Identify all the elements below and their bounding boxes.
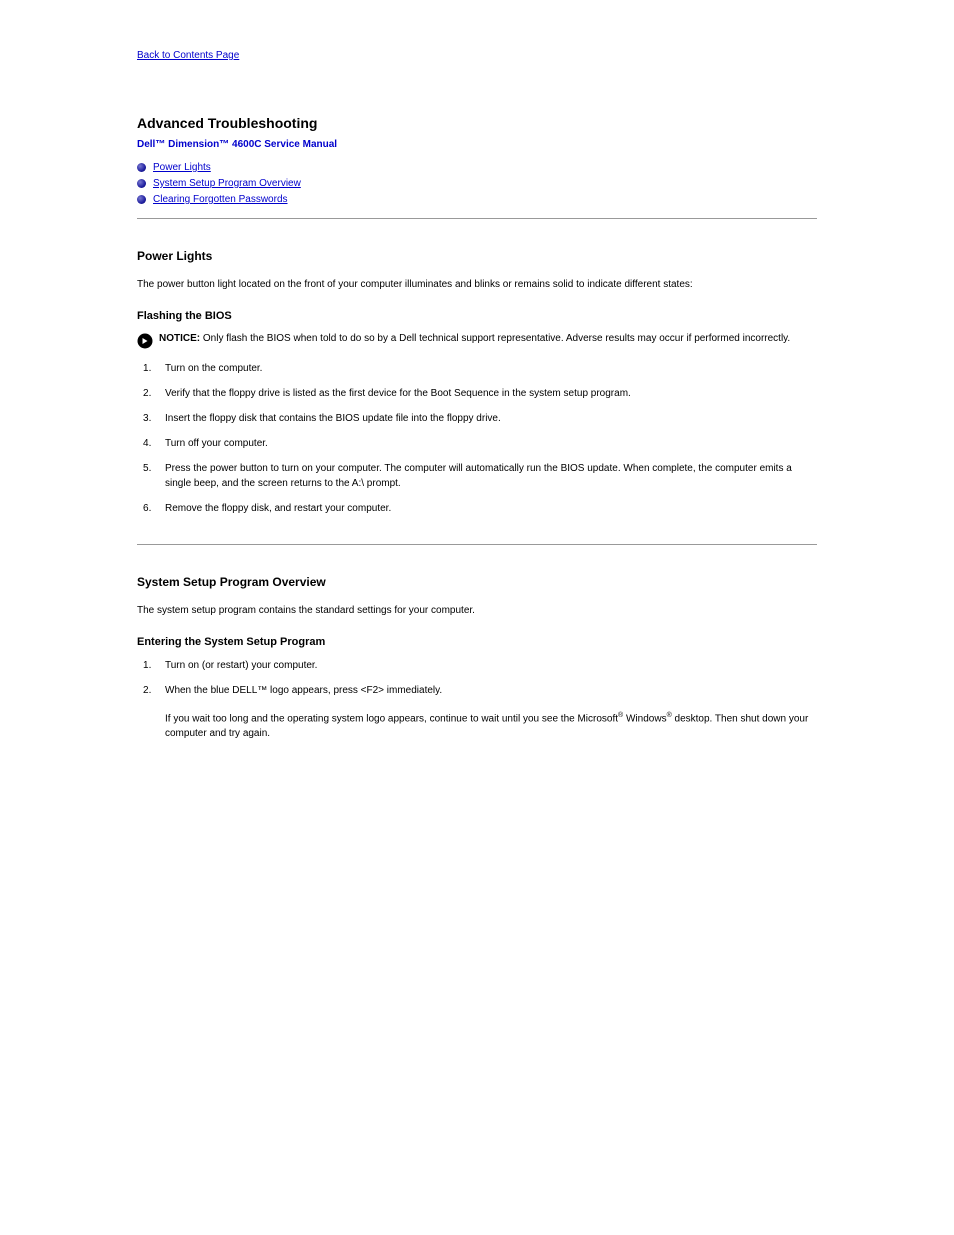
divider <box>137 544 817 545</box>
step-item: Turn off your computer. <box>137 436 817 451</box>
step-item: Turn on the computer. <box>137 361 817 376</box>
system-setup-heading: System Setup Program Overview <box>137 575 817 589</box>
notice-text: NOTICE: Only flash the BIOS when told to… <box>159 332 790 346</box>
enter-setup-steps: Turn on (or restart) your computer. When… <box>137 658 817 741</box>
power-lights-heading: Power Lights <box>137 249 817 263</box>
step-item: Remove the floppy disk, and restart your… <box>137 501 817 516</box>
toc-link-power-lights[interactable]: Power Lights <box>153 162 211 173</box>
toc-item: Clearing Forgotten Passwords <box>137 192 817 208</box>
step-text: When the blue DELL™ logo appears, press … <box>165 685 442 696</box>
notice-icon <box>137 333 153 349</box>
power-lights-intro: The power button light located on the fr… <box>137 277 817 292</box>
bullet-icon <box>137 179 146 188</box>
divider <box>137 218 817 219</box>
step-nested-note: If you wait too long and the operating s… <box>165 708 817 741</box>
bullet-icon <box>137 195 146 204</box>
page-title: Advanced Troubleshooting <box>137 115 817 131</box>
bios-flash-steps: Turn on the computer. Verify that the fl… <box>137 361 817 516</box>
step-item: When the blue DELL™ logo appears, press … <box>137 683 817 741</box>
toc-link-system-setup[interactable]: System Setup Program Overview <box>153 178 301 189</box>
toc-item: System Setup Program Overview <box>137 176 817 192</box>
document-title: Dell™ Dimension™ 4600C Service Manual <box>137 139 817 150</box>
step-item: Insert the floppy disk that contains the… <box>137 411 817 426</box>
notice-body: Only flash the BIOS when told to do so b… <box>200 333 790 344</box>
toc-list: Power Lights System Setup Program Overvi… <box>137 160 817 208</box>
back-to-contents-link[interactable]: Back to Contents Page <box>137 50 239 61</box>
bullet-icon <box>137 163 146 172</box>
toc-item: Power Lights <box>137 160 817 176</box>
entering-setup-heading: Entering the System Setup Program <box>137 636 817 648</box>
step-item: Press the power button to turn on your c… <box>137 461 817 491</box>
step-item: Turn on (or restart) your computer. <box>137 658 817 673</box>
toc-link-clearing-passwords[interactable]: Clearing Forgotten Passwords <box>153 194 288 205</box>
system-setup-intro: The system setup program contains the st… <box>137 603 817 618</box>
notice-block: NOTICE: Only flash the BIOS when told to… <box>137 332 817 349</box>
notice-label: NOTICE: <box>159 333 200 344</box>
step-item: Verify that the floppy drive is listed a… <box>137 386 817 401</box>
flashing-bios-heading: Flashing the BIOS <box>137 310 817 322</box>
